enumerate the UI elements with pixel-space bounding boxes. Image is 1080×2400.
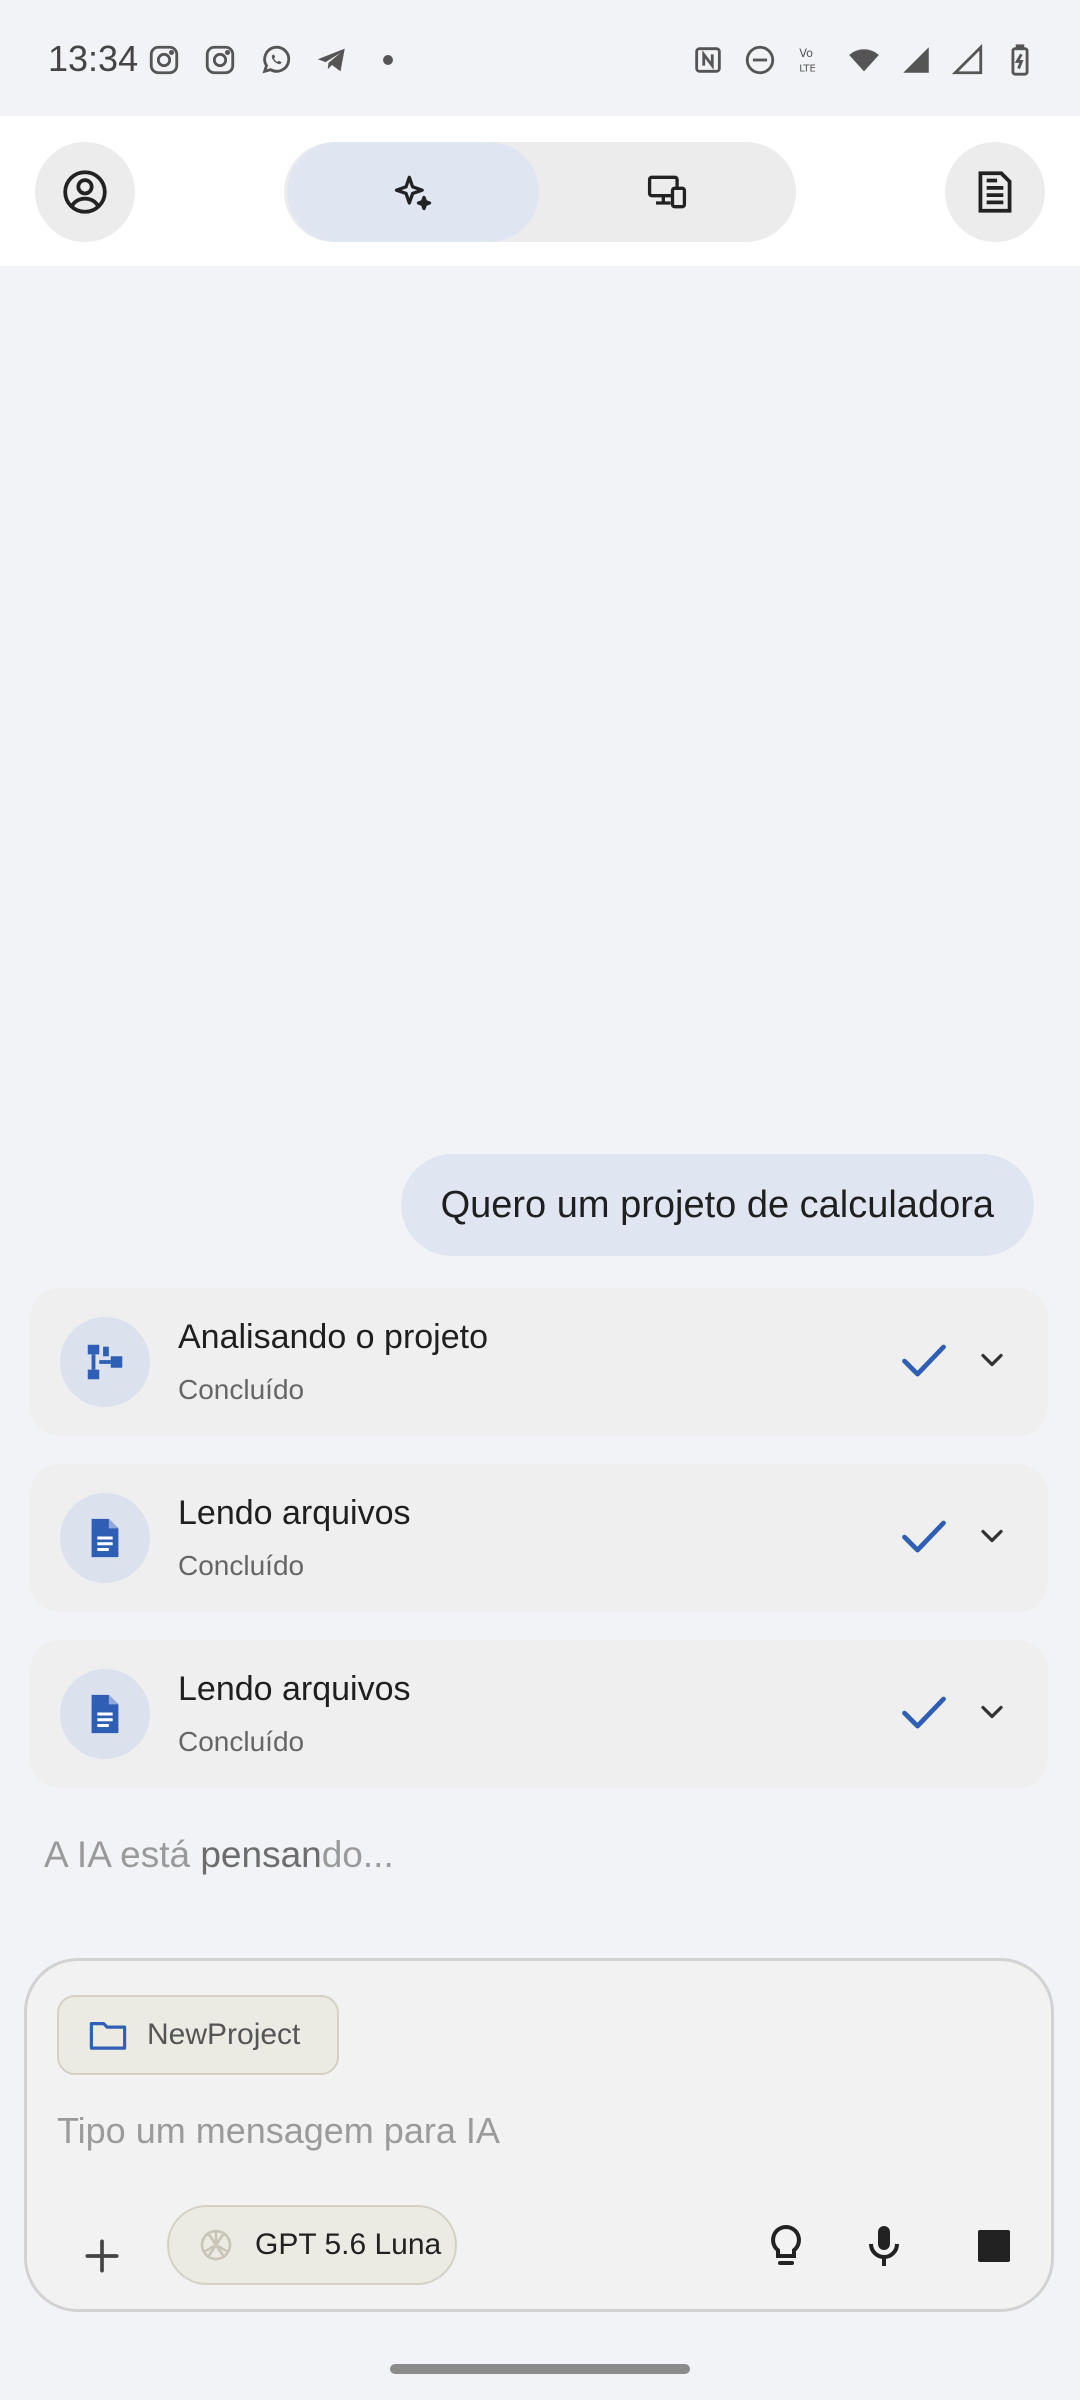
model-label: GPT 5.6 Luna [255,2228,442,2261]
notification-icons [146,42,406,78]
project-folder-chip[interactable]: NewProject [57,1995,339,2075]
signal-icon [950,42,986,78]
user-message-text: Quero um projeto de calculadora [440,1183,994,1226]
status-bar: 13:34 Vo LTE [0,0,1080,116]
svg-text:Vo: Vo [799,46,813,60]
wifi-icon [846,42,882,78]
file-icon [91,1694,119,1734]
chevron-down-icon[interactable] [974,1694,1010,1730]
message-input[interactable] [57,2101,1017,2161]
step-title: Analisando o projeto [178,1318,489,1356]
check-icon [902,1344,946,1377]
tab-devices[interactable] [539,142,795,242]
instagram-icon [146,42,182,78]
lightbulb-icon [771,2224,801,2265]
battery-charging-icon [1002,42,1038,78]
devices-icon [647,175,687,209]
step-status: Concluído [178,1726,305,1757]
microphone-icon [869,2226,899,2266]
thinking-indicator: A IA está pensando... [44,1834,394,1876]
step-icon-circle [60,1493,150,1583]
home-indicator[interactable] [390,2364,690,2374]
step-icon-circle [60,1669,150,1759]
sparkle-icon [394,175,432,211]
nfc-icon [690,42,726,78]
dnd-icon [742,42,778,78]
thinking-text-end: do... [321,1834,394,1875]
stop-icon [978,2230,1010,2262]
document-icon [978,171,1012,213]
stop-button[interactable] [963,2215,1025,2277]
step-card[interactable]: Analisando o projeto Concluído [30,1288,1048,1436]
document-button[interactable] [945,142,1045,242]
step-title: Lendo arquivos [178,1494,411,1532]
tab-ai-chat[interactable] [287,142,539,242]
top-bar [0,116,1080,266]
voice-input-button[interactable] [853,2215,915,2277]
volte-icon: Vo LTE [794,42,830,78]
telegram-icon [314,42,350,78]
svg-text:LTE: LTE [799,63,815,74]
step-status: Concluído [178,1374,305,1405]
step-icon-circle [60,1317,150,1407]
step-title: Lendo arquivos [178,1670,411,1708]
system-icons: Vo LTE [690,42,1038,78]
plus-icon [85,2239,119,2273]
file-icon [91,1518,119,1558]
add-button[interactable] [71,2225,133,2287]
folder-icon [89,2022,127,2050]
message-composer: NewProject GPT 5.6 Luna [24,1958,1054,2312]
check-icon [902,1520,946,1553]
thinking-text-start: A IA está [44,1834,201,1875]
step-status: Concluído [178,1550,305,1581]
folder-chip-label: NewProject [147,2018,301,2051]
signal-icon [898,42,934,78]
status-time: 13:34 [48,38,139,79]
mode-toggle [284,142,796,242]
step-card[interactable]: Lendo arquivos Concluído [30,1464,1048,1612]
step-card[interactable]: Lendo arquivos Concluído [30,1640,1048,1788]
project-structure-icon [87,1344,123,1380]
instagram-icon [202,42,238,78]
profile-button[interactable] [35,142,135,242]
ideas-button[interactable] [755,2215,817,2277]
thinking-text-highlight: pensan [200,1834,322,1875]
user-message-bubble: Quero um projeto de calculadora [400,1154,1034,1256]
whatsapp-icon [258,42,294,78]
account-circle-icon [63,170,107,214]
dot-icon [370,42,406,78]
model-selector[interactable]: GPT 5.6 Luna [167,2205,457,2285]
openai-logo-icon [200,2229,232,2261]
chevron-down-icon[interactable] [974,1518,1010,1554]
chevron-down-icon[interactable] [974,1342,1010,1378]
check-icon [902,1696,946,1729]
